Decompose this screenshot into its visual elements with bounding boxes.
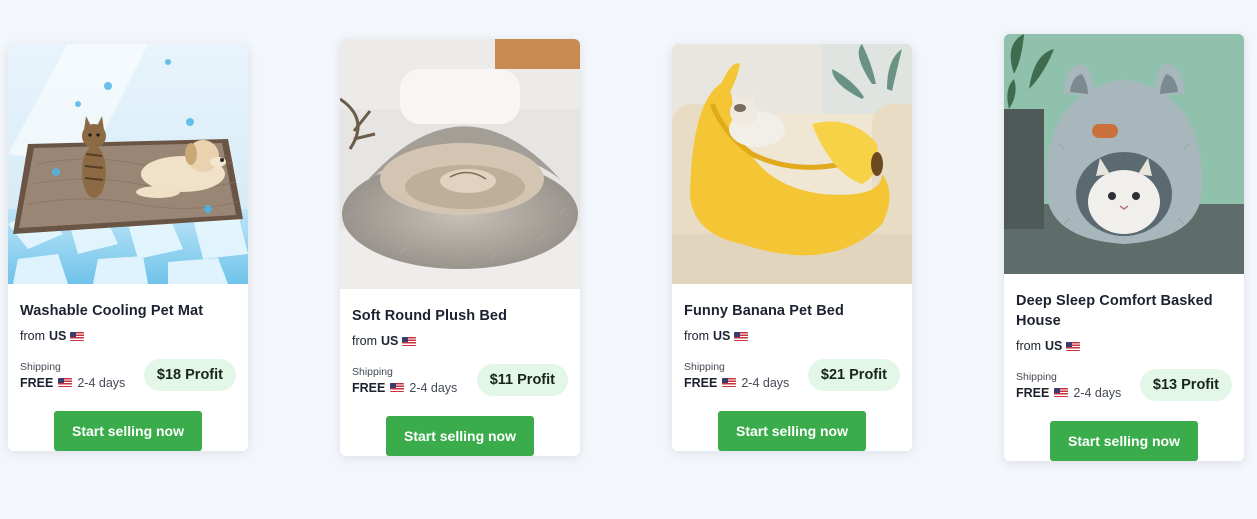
us-flag-icon (58, 378, 73, 387)
origin-country: US (1045, 339, 1063, 353)
shipping-free: FREE (352, 380, 386, 395)
product-title[interactable]: Deep Sleep Comfort Basked House (1016, 291, 1232, 331)
product-card: Funny Banana Pet Bed from US Shipping FR… (672, 44, 912, 451)
shipping-label: Shipping (1016, 370, 1057, 383)
product-card: Washable Cooling Pet Mat from US Shippin… (8, 44, 248, 451)
product-image[interactable] (1004, 34, 1244, 274)
banana-bed-image (672, 44, 912, 284)
origin-prefix: from (20, 329, 45, 343)
shipping-label: Shipping (352, 365, 393, 378)
origin: from US (1016, 339, 1232, 353)
cat-house-image (1004, 34, 1244, 274)
start-selling-button[interactable]: Start selling now (54, 411, 202, 451)
shipping-info: Shipping FREE 2-4 days (352, 366, 457, 395)
origin: from US (20, 329, 236, 343)
origin-country: US (713, 329, 731, 343)
origin-country: US (49, 329, 67, 343)
product-title[interactable]: Soft Round Plush Bed (352, 306, 568, 326)
origin-prefix: from (352, 334, 377, 348)
product-card: Deep Sleep Comfort Basked House from US … (1004, 34, 1244, 461)
origin: from US (352, 334, 568, 348)
plush-bed-image (340, 39, 580, 289)
profit-badge: $11 Profit (476, 364, 568, 396)
shipping-label: Shipping (20, 360, 61, 373)
product-image[interactable] (8, 44, 248, 284)
product-image[interactable] (340, 39, 580, 289)
us-flag-icon (734, 331, 749, 341)
shipping-days: 2-4 days (77, 375, 126, 390)
us-flag-icon (390, 383, 405, 392)
shipping-info: Shipping FREE 2-4 days (20, 361, 125, 390)
shipping-label: Shipping (684, 360, 725, 373)
shipping-days: 2-4 days (409, 380, 458, 395)
shipping-days: 2-4 days (1073, 385, 1122, 400)
shipping-free: FREE (684, 375, 718, 390)
us-flag-icon (70, 331, 85, 341)
us-flag-icon (1054, 388, 1069, 397)
start-selling-button[interactable]: Start selling now (386, 416, 534, 456)
product-title[interactable]: Funny Banana Pet Bed (684, 301, 900, 321)
shipping-free: FREE (1016, 385, 1050, 400)
shipping-info: Shipping FREE 2-4 days (684, 361, 789, 390)
cooling-mat-image (8, 44, 248, 284)
product-image[interactable] (672, 44, 912, 284)
origin-prefix: from (684, 329, 709, 343)
origin-prefix: from (1016, 339, 1041, 353)
origin-country: US (381, 334, 399, 348)
shipping-info: Shipping FREE 2-4 days (1016, 371, 1121, 400)
start-selling-button[interactable]: Start selling now (1050, 421, 1198, 461)
us-flag-icon (402, 336, 417, 346)
shipping-free: FREE (20, 375, 54, 390)
profit-badge: $18 Profit (143, 359, 236, 391)
start-selling-button[interactable]: Start selling now (718, 411, 866, 451)
shipping-days: 2-4 days (741, 375, 790, 390)
product-card: Soft Round Plush Bed from US Shipping FR… (340, 39, 580, 456)
us-flag-icon (722, 378, 737, 387)
profit-badge: $21 Profit (807, 359, 900, 391)
profit-badge: $13 Profit (1139, 369, 1232, 401)
product-title[interactable]: Washable Cooling Pet Mat (20, 301, 236, 321)
us-flag-icon (1066, 341, 1081, 351)
origin: from US (684, 329, 900, 343)
